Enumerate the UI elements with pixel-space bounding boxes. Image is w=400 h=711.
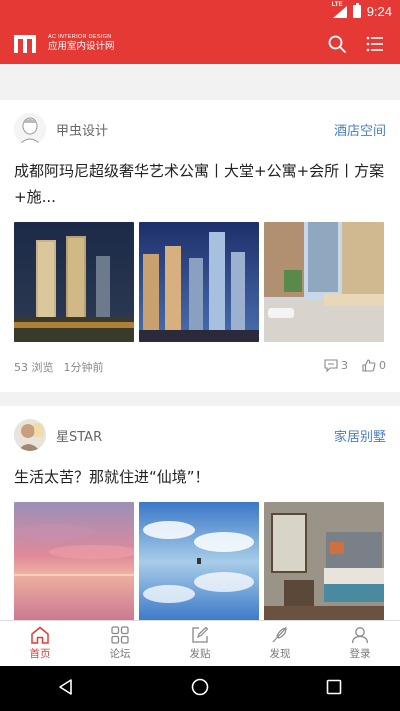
avatar[interactable] bbox=[14, 419, 46, 451]
night-towers-image bbox=[14, 222, 134, 342]
comment-icon bbox=[324, 359, 338, 372]
tab-discover[interactable]: 发现 bbox=[240, 621, 320, 666]
tab-home[interactable]: 首页 bbox=[0, 621, 80, 666]
status-time: 9:24 bbox=[366, 4, 392, 19]
avatar[interactable] bbox=[14, 113, 46, 145]
bottom-tab-bar: 首页 论坛 发贴 发现 登录 bbox=[0, 620, 400, 666]
grid-icon bbox=[111, 626, 129, 644]
post-time: 1分钟前 bbox=[63, 361, 104, 374]
post-title[interactable]: 成都阿玛尼超级奢华艺术公寓丨大堂+公寓+会所丨方案+施... bbox=[14, 158, 386, 210]
bedroom-interior-image bbox=[264, 502, 384, 620]
post-image[interactable] bbox=[139, 222, 259, 342]
thumbs-up-icon bbox=[362, 359, 376, 372]
avatar-sketch-icon bbox=[14, 113, 46, 145]
status-icons: LTE 9:24 bbox=[332, 2, 392, 20]
like-count: 0 bbox=[379, 359, 386, 372]
feather-icon bbox=[272, 627, 287, 643]
post-image[interactable] bbox=[264, 222, 384, 342]
post-image[interactable] bbox=[264, 502, 384, 620]
post-card[interactable]: 甲虫设计 酒店空间 成都阿玛尼超级奢华艺术公寓丨大堂+公寓+会所丨方案+施... bbox=[0, 100, 400, 392]
dusk-skyline-image bbox=[139, 222, 259, 342]
home-circle-icon bbox=[191, 678, 209, 695]
post-title[interactable]: 生活太苦？那就住进“仙境”！ bbox=[14, 464, 386, 490]
app-bar: AC INTERIOR DESIGN 应用室内设计网 bbox=[0, 24, 400, 64]
search-button[interactable] bbox=[326, 33, 348, 55]
list-menu-icon bbox=[366, 36, 383, 52]
like-button[interactable]: 0 bbox=[362, 359, 386, 372]
post-author[interactable]: 星STAR bbox=[56, 426, 102, 445]
tab-forum[interactable]: 论坛 bbox=[80, 621, 160, 666]
post-image[interactable] bbox=[14, 222, 134, 342]
tab-post[interactable]: 发贴 bbox=[160, 621, 240, 666]
menu-button[interactable] bbox=[364, 33, 386, 55]
recents-button[interactable] bbox=[325, 678, 343, 700]
post-category-tag[interactable]: 家居别墅 bbox=[334, 426, 386, 445]
edit-icon bbox=[192, 626, 209, 643]
user-icon bbox=[351, 627, 369, 644]
post-image[interactable] bbox=[14, 502, 134, 620]
back-triangle-icon bbox=[59, 678, 73, 695]
recents-square-icon bbox=[326, 679, 341, 694]
search-icon bbox=[328, 35, 346, 53]
home-icon bbox=[31, 626, 49, 644]
back-button[interactable] bbox=[57, 678, 75, 700]
post-views: 53 浏览 bbox=[14, 361, 54, 374]
post-category-tag[interactable]: 酒店空间 bbox=[334, 120, 386, 139]
post-image[interactable] bbox=[139, 502, 259, 620]
comment-count: 3 bbox=[341, 359, 348, 372]
feed-list[interactable]: 甲虫设计 酒店空间 成都阿玛尼超级奢华艺术公寓丨大堂+公寓+会所丨方案+施... bbox=[0, 64, 400, 620]
comment-button[interactable]: 3 bbox=[324, 359, 348, 372]
logo-mark-icon bbox=[14, 33, 42, 53]
logo-text-cn: 应用室内设计网 bbox=[48, 41, 115, 52]
tab-login[interactable]: 登录 bbox=[320, 621, 400, 666]
post-card[interactable]: 星STAR 家居别墅 生活太苦？那就住进“仙境”！ bbox=[0, 406, 400, 620]
home-button[interactable] bbox=[190, 677, 210, 701]
pink-sky-image bbox=[14, 502, 134, 620]
post-author[interactable]: 甲虫设计 bbox=[56, 120, 108, 139]
system-nav-bar bbox=[0, 666, 400, 711]
street-view-image bbox=[264, 222, 384, 342]
app-logo[interactable]: AC INTERIOR DESIGN 应用室内设计网 bbox=[14, 33, 115, 53]
avatar-photo-icon bbox=[14, 419, 46, 451]
battery-icon bbox=[352, 3, 361, 18]
logo-text-en: AC INTERIOR DESIGN bbox=[48, 33, 112, 40]
salt-flat-reflection-image bbox=[139, 502, 259, 620]
signal-icon: LTE bbox=[332, 2, 347, 18]
status-bar: LTE 9:24 bbox=[0, 0, 400, 24]
